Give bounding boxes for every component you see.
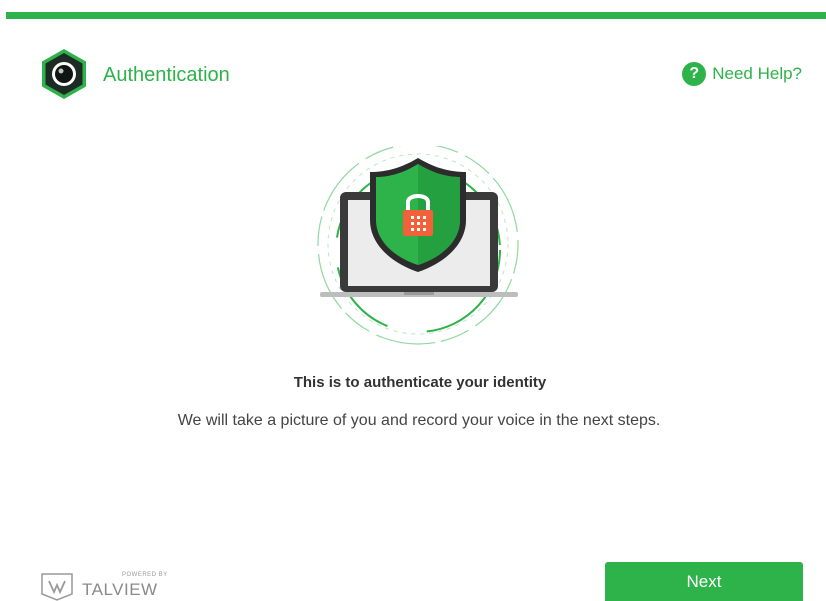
page-title: Authentication	[103, 64, 230, 86]
need-help-link[interactable]: ? Need Help?	[682, 62, 802, 86]
powered-by-label: POWERED BY	[122, 572, 168, 578]
section-heading: This is to authenticate your identity	[293, 374, 547, 391]
powered-by-talview: POWERED BY TALVIEW	[40, 568, 170, 601]
question-circle-icon: ?	[682, 62, 707, 86]
brand-name: TALVIEW	[82, 580, 158, 599]
laptop-shield-lock-illustration	[317, 146, 519, 345]
talview-logo-icon	[41, 573, 73, 601]
header: Authentication ? Need Help?	[0, 0, 826, 110]
section-description: We will take a picture of you and record…	[177, 412, 661, 429]
camera-hexagon-icon	[42, 49, 86, 99]
need-help-label: Need Help?	[712, 64, 802, 83]
next-button[interactable]: Next	[605, 562, 803, 601]
